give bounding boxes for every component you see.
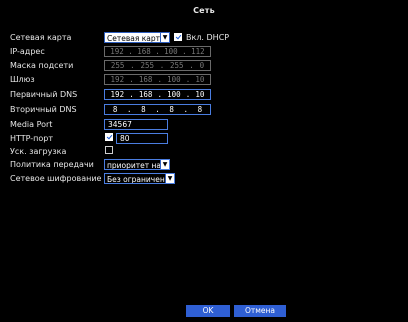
dhcp-label: Вкл. DHCP [186, 33, 230, 42]
dns2-octet: 8 [112, 105, 118, 114]
media-port-label: Media Port [10, 120, 53, 129]
secondary-dns-label: Вторичный DNS [10, 105, 77, 114]
fast-load-checkbox[interactable] [105, 146, 113, 154]
transfer-policy-select[interactable]: приоритет на ▼ [104, 159, 170, 170]
gateway-octet: 192 [110, 75, 125, 84]
ip-octet: 112 [191, 47, 205, 56]
network-settings-dialog: Сеть Сетевая карта Сетевая карт ▼ Вкл. D… [0, 0, 408, 322]
ip-octet: 100 [164, 47, 178, 56]
subnet-mask-field[interactable]: 255. 255. 255. 0 [104, 60, 211, 71]
media-port-input[interactable]: 34567 [104, 119, 168, 130]
encryption-label: Сетевое шифрование [10, 174, 102, 183]
gateway-label: Шлюз [10, 75, 35, 84]
chevron-down-icon: ▼ [160, 33, 169, 42]
ip-octet: 192 [110, 47, 124, 56]
dns2-octet: 8 [197, 105, 203, 114]
gateway-octet: 100 [167, 75, 181, 84]
ip-address-field[interactable]: 192. 168. 100. 112 [104, 46, 211, 57]
chevron-down-icon: ▼ [165, 174, 174, 183]
dns1-octet: 100 [167, 90, 181, 99]
network-card-label: Сетевая карта [10, 33, 72, 42]
dhcp-checkbox[interactable] [174, 33, 182, 41]
transfer-policy-value: приоритет на [107, 161, 161, 170]
network-card-value: Сетевая карт [107, 34, 161, 43]
mask-octet: 255 [110, 61, 125, 70]
dns1-octet: 168 [138, 90, 153, 99]
dns1-octet: 192 [110, 90, 125, 99]
ip-address-label: IP-адрес [10, 47, 45, 56]
dns1-octet: 10 [195, 90, 205, 99]
cancel-button[interactable]: Отмена [234, 305, 286, 317]
http-port-label: HTTP-порт [10, 134, 54, 143]
mask-octet: 0 [199, 61, 205, 70]
ip-octet: 168 [137, 47, 151, 56]
mask-octet: 255 [170, 61, 184, 70]
secondary-dns-field[interactable]: 8. 8. 8. 8 [104, 104, 211, 115]
fast-load-label: Уск. загрузка [10, 147, 67, 156]
gateway-octet: 168 [138, 75, 153, 84]
network-card-select[interactable]: Сетевая карт ▼ [104, 32, 170, 43]
chevron-down-icon: ▼ [160, 160, 169, 169]
subnet-mask-label: Маска подсети [10, 61, 74, 70]
dialog-title: Сеть [193, 6, 215, 15]
http-port-input[interactable]: 80 [116, 133, 168, 144]
gateway-octet: 10 [195, 75, 205, 84]
gateway-field[interactable]: 192. 168. 100. 10 [104, 74, 211, 85]
ok-button[interactable]: OK [186, 305, 230, 317]
dns2-octet: 8 [169, 105, 174, 114]
encryption-select[interactable]: Без ограничений ▼ [104, 173, 175, 184]
transfer-policy-label: Политика передачи [10, 160, 94, 169]
primary-dns-label: Первичный DNS [10, 90, 78, 99]
primary-dns-field[interactable]: 192. 168. 100. 10 [104, 89, 211, 100]
dns2-octet: 8 [141, 105, 146, 114]
http-port-checkbox[interactable] [105, 133, 113, 141]
mask-octet: 255 [140, 61, 154, 70]
